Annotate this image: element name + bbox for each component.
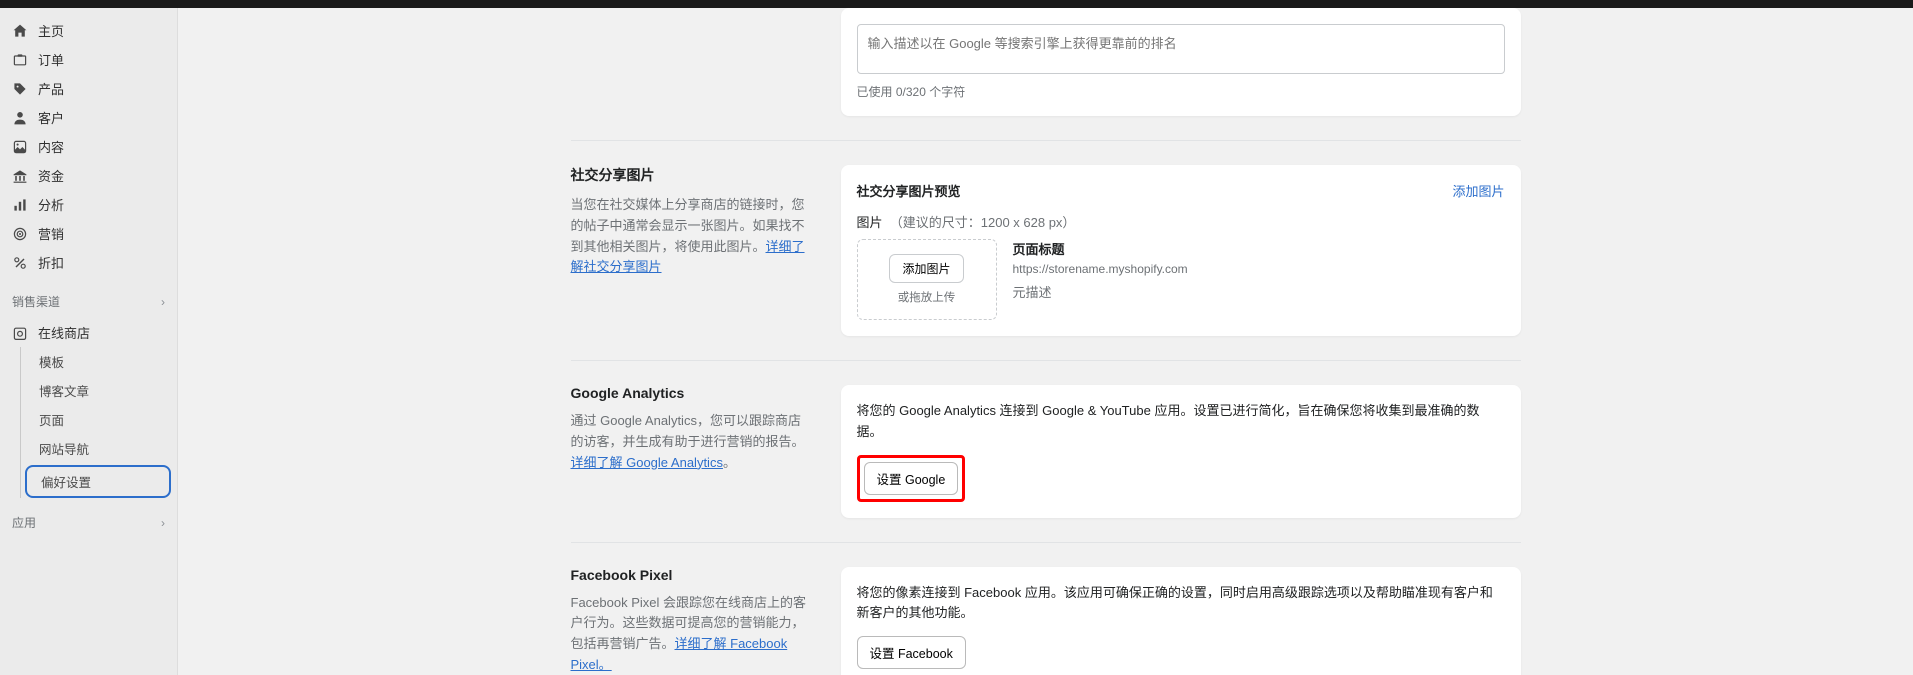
ga-description: 通过 Google Analytics，您可以跟踪商店的访客，并生成有助于进行营… bbox=[571, 411, 811, 473]
upload-image-button[interactable]: 添加图片 bbox=[889, 254, 963, 283]
store-icon bbox=[12, 325, 28, 341]
section-label: 销售渠道 bbox=[12, 293, 60, 310]
image-upload-dropzone[interactable]: 添加图片 或拖放上传 bbox=[857, 239, 997, 320]
nav-label: 在线商店 bbox=[38, 323, 90, 342]
nav-label: 主页 bbox=[38, 21, 64, 40]
finance-icon bbox=[12, 168, 28, 184]
social-title: 社交分享图片 bbox=[571, 165, 811, 185]
sidebar: 主页 订单 产品 客户 内容 资金 分析 营销 bbox=[0, 8, 178, 675]
chevron-right-icon: › bbox=[161, 295, 165, 309]
meta-description-card: 已使用 0/320 个字符 bbox=[841, 8, 1521, 116]
char-count: 已使用 0/320 个字符 bbox=[857, 83, 1505, 100]
sub-preferences[interactable]: 偏好设置 bbox=[25, 465, 171, 498]
sales-channels-header[interactable]: 销售渠道 › bbox=[0, 285, 177, 318]
sub-pages[interactable]: 页面 bbox=[21, 405, 177, 434]
nav-home[interactable]: 主页 bbox=[0, 16, 177, 45]
social-card-title: 社交分享图片预览 bbox=[857, 181, 961, 200]
nav-label: 营销 bbox=[38, 224, 64, 243]
products-icon bbox=[12, 81, 28, 97]
nav-customers[interactable]: 客户 bbox=[0, 103, 177, 132]
sub-navigation[interactable]: 网站导航 bbox=[21, 434, 177, 463]
sub-blog[interactable]: 博客文章 bbox=[21, 376, 177, 405]
ga-card-desc: 将您的 Google Analytics 连接到 Google & YouTub… bbox=[857, 401, 1505, 443]
preview-meta: 元描述 bbox=[1013, 282, 1188, 301]
nav-marketing[interactable]: 营销 bbox=[0, 219, 177, 248]
apps-header[interactable]: 应用 › bbox=[0, 506, 177, 539]
customers-icon bbox=[12, 110, 28, 126]
main-content: 已使用 0/320 个字符 社交分享图片 当您在社交媒体上分享商店的链接时，您的… bbox=[178, 8, 1913, 675]
ga-title: Google Analytics bbox=[571, 385, 811, 401]
nav-label: 产品 bbox=[38, 79, 64, 98]
nav-orders[interactable]: 订单 bbox=[0, 45, 177, 74]
ga-learn-more-link[interactable]: 详细了解 Google Analytics bbox=[571, 455, 723, 470]
fb-card-desc: 将您的像素连接到 Facebook 应用。该应用可确保正确的设置，同时启用高级跟… bbox=[857, 583, 1505, 625]
nav-label: 内容 bbox=[38, 137, 64, 156]
ga-button-highlight: 设置 Google bbox=[857, 455, 966, 502]
social-description: 当您在社交媒体上分享商店的链接时，您的帖子中通常会显示一张图片。如果找不到其他相… bbox=[571, 195, 811, 278]
meta-description-input[interactable] bbox=[857, 24, 1505, 74]
content-icon bbox=[12, 139, 28, 155]
fb-description: Facebook Pixel 会跟踪您在线商店上的客户行为。这些数据可提高您的营… bbox=[571, 593, 811, 675]
orders-icon bbox=[12, 52, 28, 68]
ga-card: 将您的 Google Analytics 连接到 Google & YouTub… bbox=[841, 385, 1521, 518]
nav-finance[interactable]: 资金 bbox=[0, 161, 177, 190]
section-label: 应用 bbox=[12, 514, 36, 531]
nav-label: 订单 bbox=[38, 50, 64, 69]
marketing-icon bbox=[12, 226, 28, 242]
analytics-icon bbox=[12, 197, 28, 213]
nav-content[interactable]: 内容 bbox=[0, 132, 177, 161]
chevron-right-icon: › bbox=[161, 516, 165, 530]
preview-url: https://storename.myshopify.com bbox=[1013, 262, 1188, 276]
fb-title: Facebook Pixel bbox=[571, 567, 811, 583]
social-preview-info: 页面标题 https://storename.myshopify.com 元描述 bbox=[1013, 239, 1188, 301]
top-bar bbox=[0, 0, 1913, 8]
nav-label: 资金 bbox=[38, 166, 64, 185]
nav-label: 分析 bbox=[38, 195, 64, 214]
home-icon bbox=[12, 23, 28, 39]
nav-online-store[interactable]: 在线商店 bbox=[0, 318, 177, 347]
nav-analytics[interactable]: 分析 bbox=[0, 190, 177, 219]
nav-label: 客户 bbox=[38, 108, 64, 127]
nav-products[interactable]: 产品 bbox=[0, 74, 177, 103]
setup-google-button[interactable]: 设置 Google bbox=[864, 462, 959, 495]
image-field-label: 图片 （建议的尺寸：1200 x 628 px） bbox=[857, 212, 1505, 231]
social-preview-card: 社交分享图片预览 添加图片 图片 （建议的尺寸：1200 x 628 px） 添… bbox=[841, 165, 1521, 336]
preview-page-title: 页面标题 bbox=[1013, 239, 1188, 258]
discounts-icon bbox=[12, 255, 28, 271]
nav-label: 折扣 bbox=[38, 253, 64, 272]
sub-templates[interactable]: 模板 bbox=[21, 347, 177, 376]
online-store-subitems: 模板 博客文章 页面 网站导航 偏好设置 bbox=[20, 347, 177, 498]
fb-card: 将您的像素连接到 Facebook 应用。该应用可确保正确的设置，同时启用高级跟… bbox=[841, 567, 1521, 675]
nav-discounts[interactable]: 折扣 bbox=[0, 248, 177, 277]
add-image-link[interactable]: 添加图片 bbox=[1452, 181, 1504, 200]
setup-facebook-button[interactable]: 设置 Facebook bbox=[857, 636, 966, 669]
upload-hint: 或拖放上传 bbox=[878, 289, 976, 305]
